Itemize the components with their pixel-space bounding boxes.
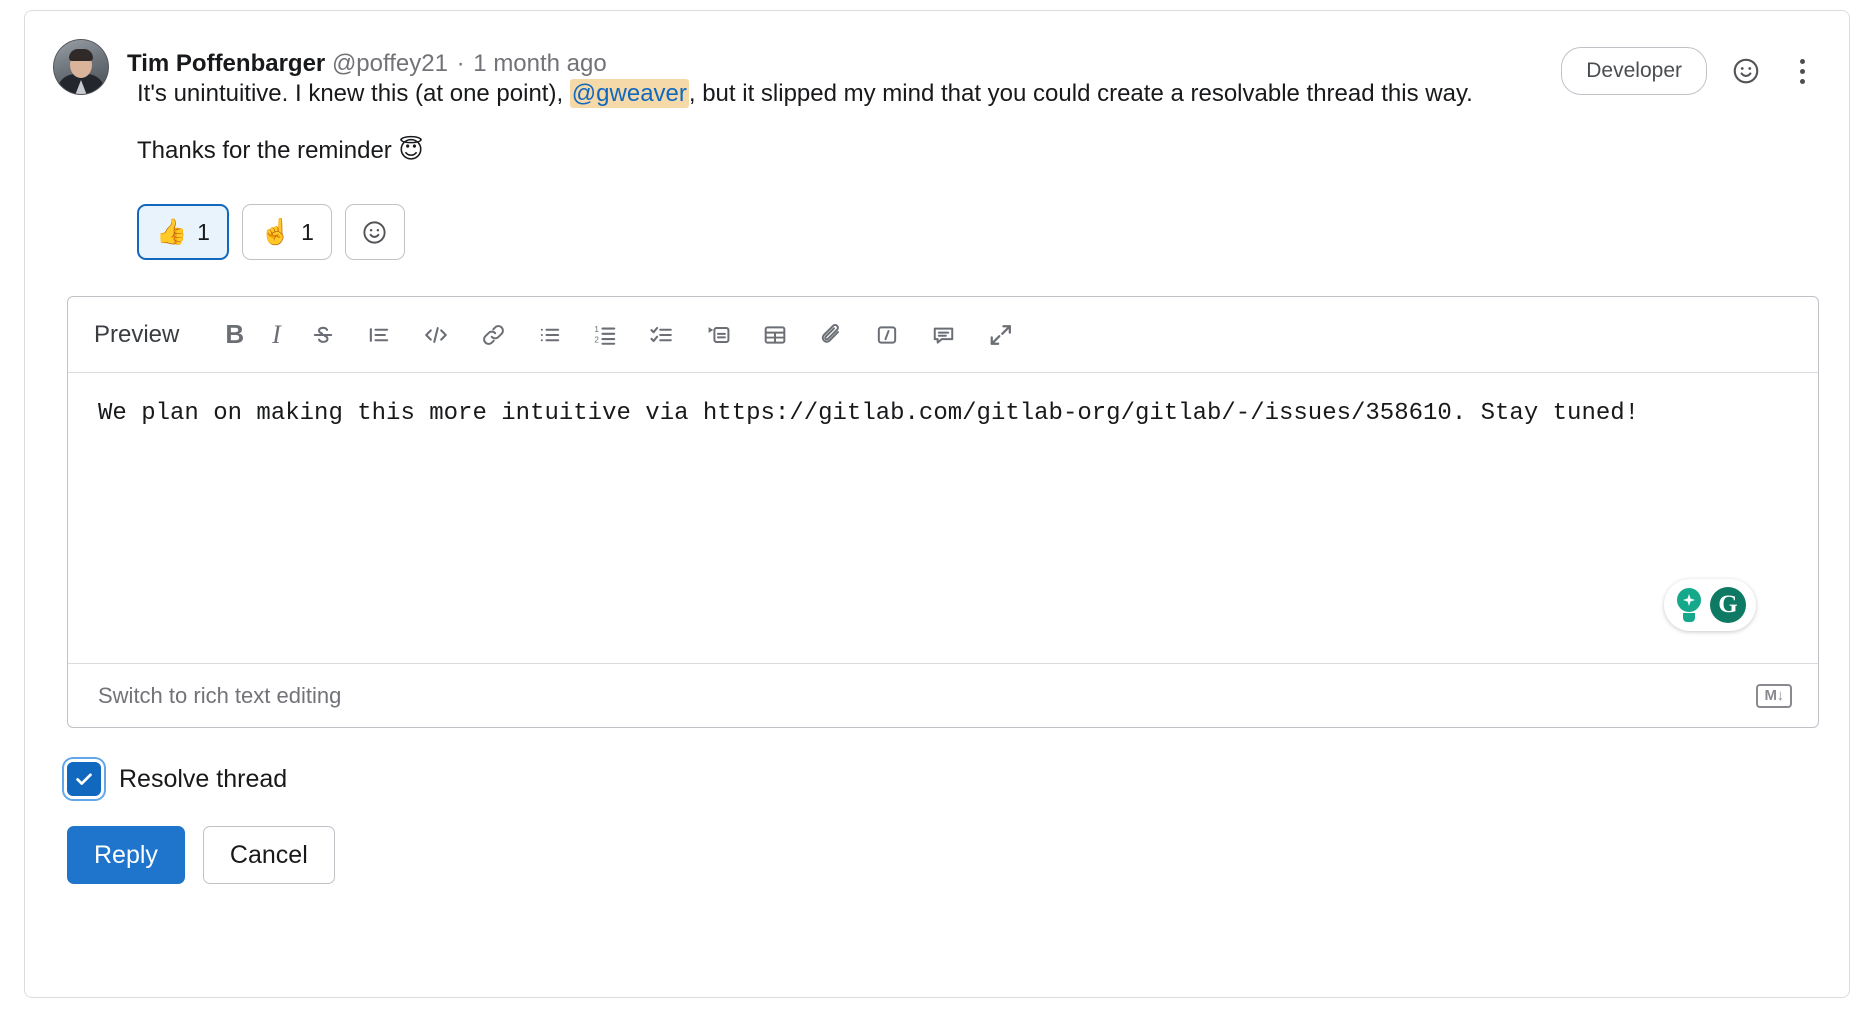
author-handle[interactable]: @poffey21 [332,50,448,77]
svg-text:1: 1 [594,325,599,334]
table-icon[interactable] [761,318,789,352]
byline-separator: · [456,50,465,77]
strikethrough-icon[interactable] [309,318,337,352]
resolve-thread-label[interactable]: Resolve thread [119,765,287,794]
paragraph-1-text-after: , but it slipped my mind that you could … [688,80,1473,107]
thumbs-up-icon: 👍 [156,217,188,246]
grammarly-widget[interactable]: G [1664,579,1756,631]
markdown-badge-icon[interactable]: M ↓ [1756,683,1792,708]
kebab-menu-icon[interactable] [1785,54,1819,88]
comment-template-icon[interactable] [929,318,958,352]
grammarly-lightbulb-icon[interactable] [1674,588,1704,622]
comment-byline: Tim Poffenbarger @poffey21 · 1 month ago [127,39,607,79]
reply-editor: Preview B I 1 2 We plan on making this m… [67,296,1819,728]
smiley-icon[interactable] [1729,54,1763,88]
editor-toolbar: Preview B I 1 2 [68,297,1818,373]
collapsible-section-icon[interactable] [704,318,733,352]
add-reaction-smiley-icon [363,220,386,244]
reply-textarea-value[interactable]: We plan on making this more intuitive vi… [68,373,1818,433]
reply-button[interactable]: Reply [67,826,185,884]
reaction-count: 1 [301,218,314,245]
attach-file-icon[interactable] [817,318,845,352]
point-up-icon: ☝️ [259,217,292,246]
preview-toggle[interactable]: Preview [94,321,179,349]
resolve-thread-checkbox[interactable] [67,762,101,796]
comment-header-actions: Developer [1561,39,1819,95]
svg-text:2: 2 [594,335,599,344]
italic-icon[interactable]: I [272,318,281,352]
author-name[interactable]: Tim Poffenbarger [127,50,325,77]
fullscreen-expand-icon[interactable] [986,318,1015,352]
reaction-count: 1 [197,218,210,245]
reaction-list: 👍 1 ☝️ 1 [25,190,1849,260]
avatar-hair [69,49,93,61]
role-badge: Developer [1561,47,1707,95]
halo-face-emoji: 😇 [398,136,424,164]
bullet-list-icon[interactable] [536,318,564,352]
checkmark-icon [76,773,92,785]
comment-paragraph-2: Thanks for the reminder 😇 [137,133,1819,168]
resolve-thread-row[interactable]: Resolve thread [25,728,1849,796]
blockquote-icon[interactable] [365,318,393,352]
paragraph-2-text: Thanks for the reminder [137,137,399,164]
reaction-point-up[interactable]: ☝️ 1 [241,204,332,260]
comment-timestamp[interactable]: 1 month ago [473,50,606,77]
add-reaction-button[interactable] [344,204,405,260]
editor-footer: Switch to rich text editing M ↓ [68,663,1818,727]
grammarly-logo-icon[interactable]: G [1710,587,1746,623]
switch-to-rich-text-link[interactable]: Switch to rich text editing [98,683,341,709]
paragraph-1-text-before: It's unintuitive. I knew this (at one po… [137,80,570,107]
reaction-thumbs-up[interactable]: 👍 1 [137,204,229,260]
markdown-badge-letter: M [1764,687,1778,704]
reply-actions: Reply Cancel [25,796,1849,884]
user-mention-link[interactable]: @gweaver [569,79,689,108]
quick-actions-slash-icon[interactable] [873,318,901,352]
bold-icon[interactable]: B [225,318,244,352]
cancel-button[interactable]: Cancel [202,826,335,884]
comment-header: Tim Poffenbarger @poffey21 · 1 month ago… [25,11,1849,95]
code-icon[interactable] [421,318,451,352]
numbered-list-icon[interactable]: 1 2 [592,318,620,352]
link-icon[interactable] [479,318,508,352]
comment-thread-card: Tim Poffenbarger @poffey21 · 1 month ago… [24,10,1850,998]
avatar[interactable] [53,39,109,95]
checklist-icon[interactable] [648,318,676,352]
reply-textarea[interactable]: We plan on making this more intuitive vi… [68,373,1818,663]
